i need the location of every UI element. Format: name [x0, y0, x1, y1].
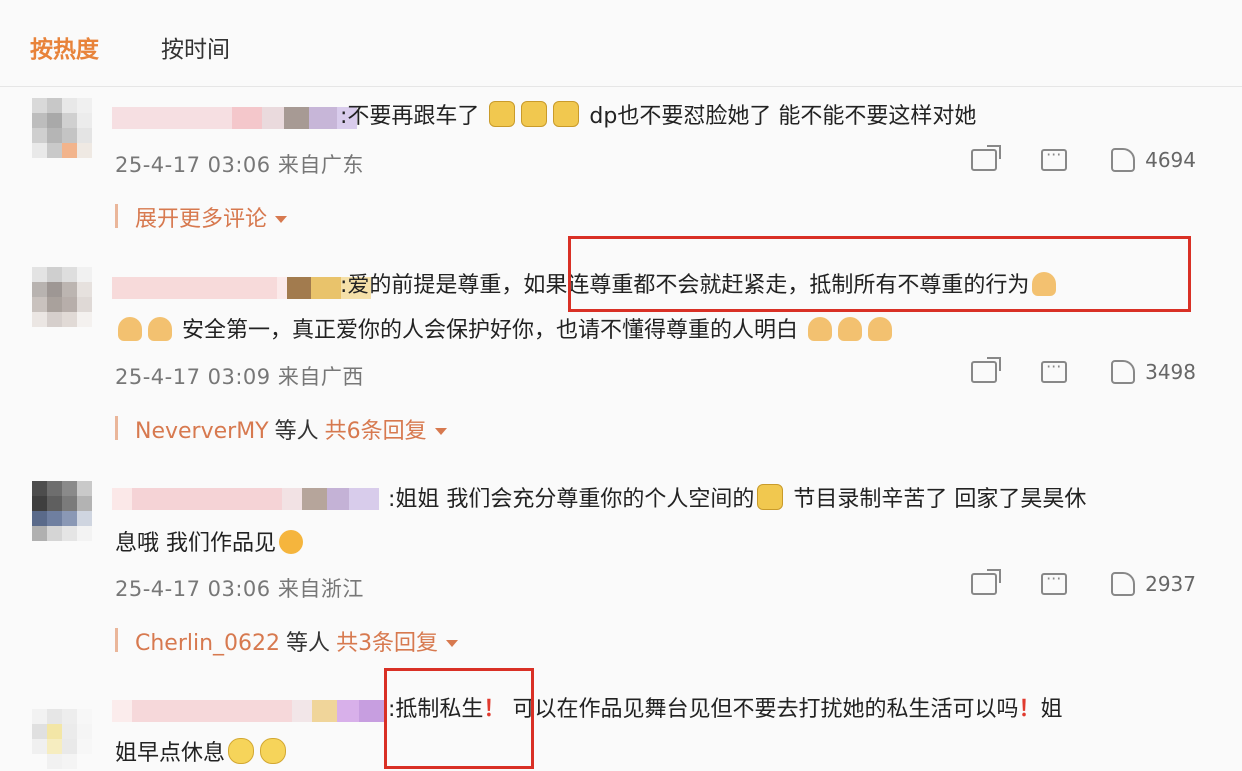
expand-label: 展开更多评论 — [135, 207, 268, 232]
comment-text: :不要再跟车了 dp也不要怼脸她了 能不能不要这样对她 — [340, 97, 1192, 137]
cat-emoji-icon — [521, 101, 548, 127]
caret-down-icon — [446, 640, 459, 647]
comment-icon[interactable] — [1041, 357, 1068, 383]
comment-text-b: 可以在作品见舞台见但不要去打扰她的私生活可以吗 — [512, 697, 1019, 722]
replies-link[interactable]: Cherlin_0622 等人 共3条回复 — [135, 625, 459, 657]
pray-emoji-icon — [808, 317, 833, 341]
comment-text: :姐姐 我们会充分尊重你的个人空间的 节目录制辛苦了 回家了昊昊休 — [388, 480, 1192, 520]
username-blurred[interactable] — [112, 700, 384, 722]
like-button[interactable]: 2937 — [1111, 572, 1196, 596]
cat-emoji-icon — [757, 484, 784, 510]
pray-emoji-icon — [838, 317, 863, 341]
reply-count: 共3条回复 — [336, 631, 439, 656]
comment-text-a: :爱的前提是尊重， — [340, 273, 524, 298]
pray-emoji-icon — [148, 317, 172, 341]
highlight-box — [568, 236, 1191, 312]
share-icon[interactable] — [971, 149, 998, 171]
comment-text-b: dp也不要怼脸她了 能不能不要这样对她 — [589, 104, 977, 129]
reply-mid: 等人 — [274, 419, 319, 444]
caret-down-icon — [275, 216, 288, 223]
username-blurred[interactable] — [112, 488, 379, 510]
comment-text-line2: 安全第一，真正爱你的人会保护好你，也请不懂得尊重的人明白 — [115, 314, 895, 348]
comment-icon[interactable] — [1041, 145, 1068, 171]
highlight-box — [384, 668, 534, 769]
tab-time[interactable]: 按时间 — [161, 30, 230, 64]
thumbs-up-icon — [1111, 572, 1136, 596]
comment-icon[interactable] — [1041, 569, 1068, 595]
reply-user: Cherlin_0622 — [135, 631, 281, 656]
like-count: 4694 — [1145, 148, 1196, 172]
avatar[interactable] — [32, 709, 92, 769]
avatar[interactable] — [32, 481, 92, 541]
thumbs-up-icon — [1111, 360, 1136, 384]
avatar[interactable] — [32, 98, 92, 158]
pray-emoji-icon — [868, 317, 893, 341]
comment-text-b: 节目录制辛苦了 回家了昊昊休 — [793, 487, 1087, 512]
share-icon[interactable] — [971, 361, 998, 383]
like-count: 3498 — [1145, 360, 1196, 384]
comment-meta: 25-4-17 03:09 来自广西 — [115, 365, 364, 389]
comment-text-a: :姐姐 我们会充分尊重你的个人空间的 — [388, 487, 755, 512]
exclamation-mark: ！ — [1018, 697, 1041, 722]
thumbs-up-icon — [1111, 148, 1136, 172]
reply-user: NeververMY — [135, 419, 269, 444]
comment-text-d: 姐 — [1040, 697, 1063, 722]
username-blurred[interactable] — [112, 277, 371, 299]
like-button[interactable]: 4694 — [1111, 148, 1196, 172]
comment-text-c: 息哦 我们作品见 — [115, 531, 276, 556]
reply-bar — [115, 628, 118, 652]
cat-emoji-icon — [489, 101, 516, 127]
comment-actions: 4694 — [971, 145, 1196, 172]
reply-bar — [115, 204, 118, 228]
divider — [0, 86, 1242, 87]
comment-meta: 25-4-17 03:06 来自广东 — [115, 153, 364, 177]
comment-actions: 2937 — [971, 569, 1196, 596]
replies-link[interactable]: NeververMY 等人 共6条回复 — [135, 413, 447, 445]
comment-text-c: 姐早点休息 — [115, 741, 226, 766]
cat-emoji-icon — [553, 101, 580, 127]
comment-text-c: 安全第一，真正爱你的人会保护好你，也请不懂得尊重的人明白 — [182, 318, 799, 343]
caret-down-icon — [434, 428, 447, 435]
pray-emoji-icon — [118, 317, 142, 341]
username-blurred[interactable] — [112, 107, 357, 129]
tab-hot[interactable]: 按热度 — [30, 30, 99, 64]
like-count: 2937 — [1145, 572, 1196, 596]
comment-text-line2: 息哦 我们作品见 — [115, 527, 306, 561]
reply-mid: 等人 — [286, 631, 331, 656]
comment-text-line2: 姐早点休息 — [115, 737, 289, 771]
sort-tabs: 按热度 按时间 — [30, 30, 230, 64]
expand-more-link[interactable]: 展开更多评论 — [135, 201, 288, 233]
comment-meta: 25-4-17 03:06 来自浙江 — [115, 577, 364, 601]
reply-count: 共6条回复 — [324, 419, 427, 444]
share-icon[interactable] — [971, 573, 998, 595]
like-button[interactable]: 3498 — [1111, 360, 1196, 384]
sad-emoji-icon — [228, 738, 255, 764]
star-emoji-icon — [279, 530, 303, 554]
comment-text-a: :不要再跟车了 — [340, 104, 480, 129]
comment-actions: 3498 — [971, 357, 1196, 384]
reply-bar — [115, 416, 118, 440]
sad-emoji-icon — [260, 738, 287, 764]
avatar[interactable] — [32, 267, 92, 327]
